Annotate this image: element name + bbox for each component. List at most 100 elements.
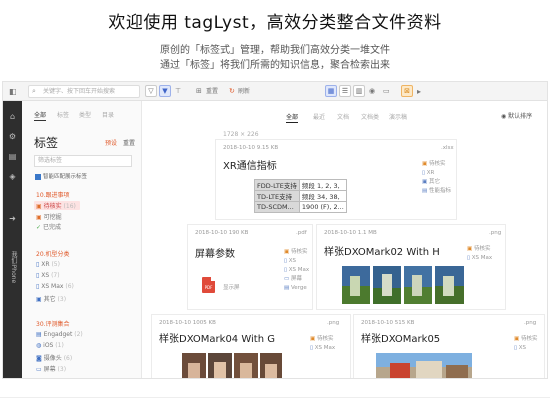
refresh-button[interactable]: 刷新 (238, 86, 250, 97)
file-title: 屏幕参数 (195, 249, 235, 260)
column-view-button[interactable]: ▥ (353, 85, 365, 97)
tag-group-title[interactable]: 30.评测集合 (36, 319, 70, 328)
sort-dropdown[interactable]: ◉ 默认排序 (501, 111, 532, 120)
tag-filter-input[interactable]: 筛选标签 (34, 155, 132, 167)
reset-icon: ⊞ (196, 87, 202, 95)
file-title: 样张DXOMark02 With H (324, 247, 440, 258)
grid-view-button[interactable]: ▦ (325, 85, 337, 97)
reset-link[interactable]: 重置 (123, 138, 135, 147)
file-card[interactable]: 2018-10-10 1005 KB .png 样张DXOMark04 With… (151, 314, 351, 378)
cut-caption: 1728 × 226 (223, 131, 259, 138)
hero-subtitle-2: 通过「标签」将我们所需的知识信息，聚合检索出来 (160, 60, 390, 71)
tag-item[interactable]: ◙ 摄像头 (6) (36, 353, 72, 362)
file-meta: 2018-10-10 9.15 KB (223, 145, 279, 151)
list-view-button[interactable]: ☰ (339, 85, 351, 97)
smart-match-checkbox[interactable]: 智能匹配展示标签 (35, 172, 87, 180)
toolbar: ◧ ⌕ 关键字、按下回车开始搜索 ▽ ▼ ⊤ ⊞ 重置 ↻ 刷新 ▦ ☰ ▥ ◉… (3, 82, 547, 101)
photo-thumbnail (376, 353, 472, 378)
smart-match-label: 智能匹配展示标签 (43, 174, 88, 180)
tag-item[interactable]: ▤ Engadget (2) (36, 331, 83, 338)
file-ext: .png (524, 320, 537, 326)
tab-recent[interactable]: 最近 (313, 112, 325, 121)
sidebar-tab-all[interactable]: 全部 (34, 110, 47, 121)
filter-active-button[interactable]: ▼ (159, 85, 171, 97)
preview-icon[interactable]: ▭ (383, 86, 390, 97)
file-meta: 2018-10-10 515 KB (361, 320, 415, 326)
tab-docs[interactable]: 文档 (337, 112, 349, 121)
pdf-icon: PDF (202, 277, 215, 293)
file-tags: ▣ 待核实 ▯ XS ▯ XS Max ▭ 屏幕 ▤ Verge (284, 249, 310, 291)
file-meta: 2018-10-10 190 KB (195, 230, 249, 236)
file-tags: ▣ 待核实 ▯ XR ▣ 其它 ▤ 性能指标 (422, 161, 451, 194)
file-meta: 2018-10-10 1005 KB (159, 320, 216, 326)
refresh-icon: ↻ (229, 87, 235, 95)
file-ext: .png (327, 320, 340, 326)
preset-link[interactable]: 预设 (105, 138, 117, 147)
flag-icon: ▣ (36, 203, 42, 210)
file-grid: 全部 最近 文档 文档类 演示稿 ◉ 默认排序 1728 × 226 2018-… (143, 101, 547, 378)
sidebar-tab-folders[interactable]: 目录 (102, 110, 114, 119)
hero-subtitle-1: 原创的「标签式」管理，帮助我们高效分类一堆文件 (160, 45, 390, 56)
export-icon[interactable]: ➜ (7, 213, 18, 224)
tag-item[interactable]: ▣ 其它 (3) (36, 294, 66, 303)
info-icon[interactable]: ◉ (369, 86, 375, 97)
hero-banner: 欢迎使用 tagLyst，高效分类整合文件资料 原创的「标签式」管理，帮助我们高… (0, 0, 550, 80)
app-window: ◧ ⌕ 关键字、按下回车开始搜索 ▽ ▼ ⊤ ⊞ 重置 ↻ 刷新 ▦ ☰ ▥ ◉… (2, 81, 548, 379)
file-card[interactable]: 2018-10-10 1.1 MB .png 样张DXOMark02 With … (316, 224, 506, 310)
file-card[interactable]: 2018-10-10 9.15 KB .xlsx XR通信指标 FDD-LTE支… (215, 139, 457, 220)
checkbox-checked-icon (35, 173, 41, 180)
apple-icon: ◍ (36, 342, 42, 349)
sidebar-title: 标签 (34, 136, 59, 150)
phone-icon: ▯ (36, 261, 40, 268)
search-input[interactable]: ⌕ 关键字、按下回车开始搜索 (28, 85, 140, 98)
sidebar-tab-tags[interactable]: 标签 (57, 110, 69, 119)
side-rail: ⌂ ⚙ ▤ ◈ ➜ 我们iPhone (3, 101, 22, 378)
file-meta: 2018-10-10 1.1 MB (324, 230, 377, 236)
tag-group-title[interactable]: 10.跟进事项 (36, 190, 70, 199)
tag-item[interactable]: ▯ XS (7) (36, 272, 60, 279)
tag-item[interactable]: ▣ 可挖掘 (36, 212, 62, 221)
tag-item[interactable]: ▭ 屏幕 (3) (36, 364, 66, 373)
doc-icon: ▤ (36, 331, 42, 338)
library-name: 我们iPhone (10, 251, 17, 284)
sort-label: 默认排序 (508, 113, 533, 120)
file-card[interactable]: 2018-10-10 515 KB .png 样张DXOMark05 ▣ 待核实… (353, 314, 545, 378)
tag-filter-icon[interactable]: ⊤ (175, 86, 181, 97)
tag-mode-button[interactable]: ⊠ (401, 85, 413, 97)
photo-thumbnail (182, 353, 282, 378)
tab-all[interactable]: 全部 (286, 112, 299, 123)
file-title: 样张DXOMark04 With G (159, 334, 275, 345)
tag-item[interactable]: ◍ iOS (1) (36, 342, 64, 349)
tag-item[interactable]: ✓ 已完成 (36, 222, 61, 231)
tag-icon[interactable]: ◈ (7, 171, 18, 182)
file-ext: .pdf (296, 230, 307, 236)
home-icon[interactable]: ⌂ (7, 111, 18, 122)
file-title: XR通信指标 (223, 161, 277, 172)
sort-icon: ◉ (501, 113, 507, 120)
file-ext: .xlsx (441, 145, 454, 151)
pdf-file-label: 显示屏 (223, 285, 240, 291)
more-icon[interactable]: ▸ (417, 86, 421, 97)
file-tags: ▣ 待核实 ▯ XS Max (467, 246, 493, 261)
sidebar-tab-types[interactable]: 类型 (79, 110, 91, 119)
camera-icon: ◙ (36, 355, 42, 362)
tag-item[interactable]: ▣ 待核实 (16) (34, 201, 80, 210)
file-ext: .png (489, 230, 502, 236)
gear-icon[interactable]: ⚙ (7, 131, 18, 142)
tag-group-title[interactable]: 20.机型分类 (36, 249, 70, 258)
tab-doc-types[interactable]: 文档类 (361, 112, 379, 121)
sidebar-toggle-icon[interactable]: ◧ (9, 86, 17, 97)
tag-sidebar: 全部 标签 类型 目录 标签 预设 重置 筛选标签 智能匹配展示标签 10.跟进… (22, 101, 142, 378)
spreadsheet-preview: FDD-LTE支持 频段 1, 2, 3, TD-LTE支持 频段 34, 38, … (254, 179, 347, 213)
tag-item[interactable]: ▯ XS Max (6) (36, 283, 74, 290)
tag-item[interactable]: ▯ XR (5) (36, 261, 60, 268)
divider (0, 397, 550, 398)
file-card[interactable]: 2018-10-10 190 KB .pdf 屏幕参数 PDF 显示屏 ▣ 待核… (187, 224, 313, 310)
folder-icon[interactable]: ▤ (7, 151, 18, 162)
filter-button[interactable]: ▽ (145, 85, 157, 97)
file-tags: ▣ 待核实 ▯ XS (514, 336, 538, 351)
reset-button[interactable]: 重置 (206, 86, 218, 97)
flag-icon: ▣ (36, 214, 42, 221)
box-icon: ▣ (36, 296, 42, 303)
tab-slides[interactable]: 演示稿 (389, 112, 407, 121)
